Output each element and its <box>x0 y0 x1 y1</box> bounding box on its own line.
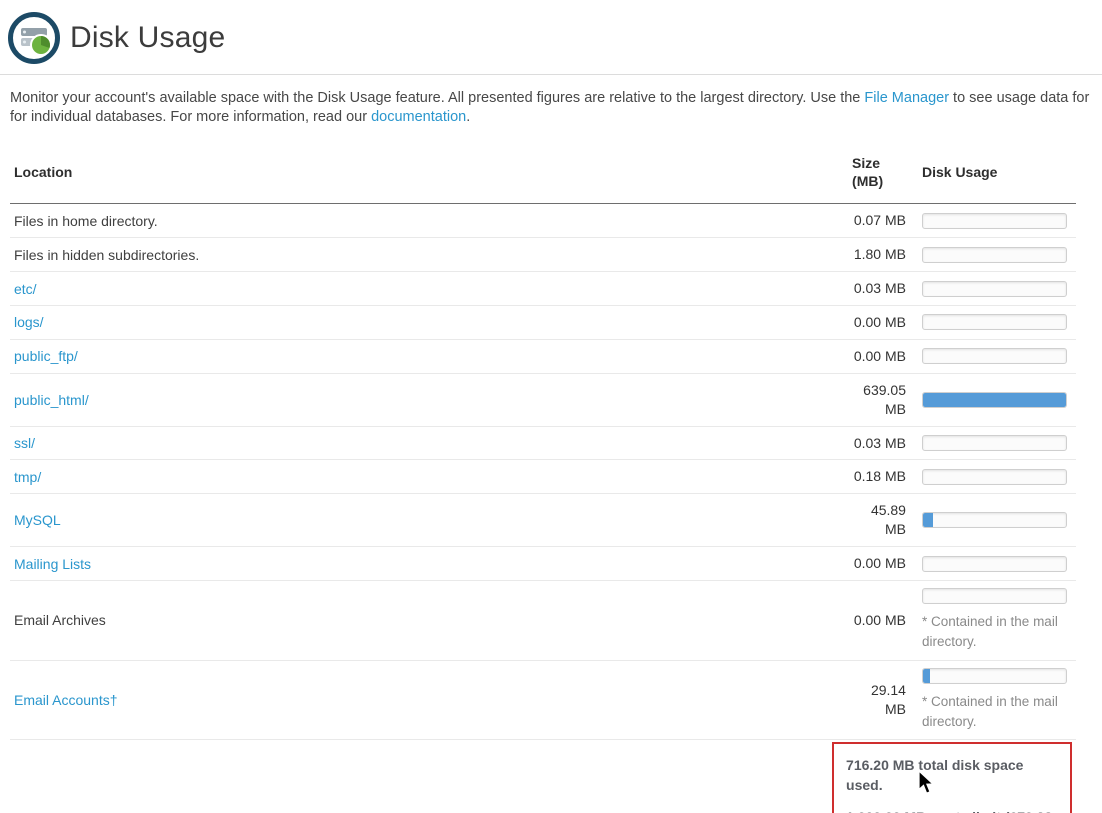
contained-in-mail-note: * Contained in the mail directory. <box>922 692 1072 733</box>
summary-cell: 716.20 MB total disk space used. 1,000.0… <box>844 740 1076 813</box>
location-link-public-html[interactable]: public_html/ <box>14 392 89 408</box>
location-link-mysql[interactable]: MySQL <box>14 512 61 528</box>
disk-usage-bar-files-in-hidden-subdirectories <box>922 247 1067 263</box>
location-link-mailing-lists[interactable]: Mailing Lists <box>14 556 91 572</box>
summary-empty-cell <box>10 740 844 813</box>
column-header-disk-usage: Disk Usage <box>908 144 1076 204</box>
disk-usage-bar-logs <box>922 314 1067 330</box>
table-row: logs/0.00 MB <box>10 306 1076 340</box>
table-row: Email Accounts† 29.14 MB * Contained in th… <box>10 660 1076 740</box>
disk-usage-bar-public-ftp <box>922 348 1067 364</box>
disk-usage-bar-email-accounts <box>922 668 1067 684</box>
documentation-link[interactable]: documentation <box>371 109 466 125</box>
disk-usage-table: Location Size (MB) Disk Usage Files in h… <box>10 144 1076 813</box>
table-row: tmp/0.18 MB <box>10 460 1076 494</box>
disk-usage-icon <box>8 12 60 64</box>
size-value-public-ftp: 0.00 MB <box>844 339 908 373</box>
location-link-email-accounts[interactable]: Email Accounts† <box>14 692 118 708</box>
location-link-logs[interactable]: logs/ <box>14 314 44 330</box>
size-value-ssl: 0.03 MB <box>844 426 908 460</box>
disk-usage-bar-fill <box>923 393 1066 407</box>
file-manager-link[interactable]: File Manager <box>864 90 949 106</box>
table-row: public_ftp/0.00 MB <box>10 339 1076 373</box>
table-header-row: Location Size (MB) Disk Usage <box>10 144 1076 204</box>
disk-usage-bar-fill <box>923 669 930 683</box>
table-row: MySQL 45.89 MB <box>10 494 1076 547</box>
location-label-email-archives: Email Archives <box>14 612 106 628</box>
size-value-mysql: 45.89 MB <box>844 494 908 547</box>
disk-usage-bar-mysql <box>922 512 1067 528</box>
size-value-mailing-lists: 0.00 MB <box>844 547 908 581</box>
total-disk-space-used: 716.20 MB total disk space used. <box>846 755 1060 796</box>
table-row: public_html/639.05 MB <box>10 373 1076 426</box>
location-link-ssl[interactable]: ssl/ <box>14 435 35 451</box>
location-label-files-in-home-directory: Files in home directory. <box>14 213 158 229</box>
size-value-email-accounts: 29.14 MB <box>844 660 908 740</box>
disk-usage-bar-tmp <box>922 469 1067 485</box>
size-value-files-in-home-directory: 0.07 MB <box>844 204 908 238</box>
contained-in-mail-note: * Contained in the mail directory. <box>922 612 1072 653</box>
table-row: Files in hidden subdirectories. 1.80 MB <box>10 238 1076 272</box>
size-value-tmp: 0.18 MB <box>844 460 908 494</box>
disk-usage-bar-fill <box>923 513 933 527</box>
location-label-files-in-hidden-subdirectories: Files in hidden subdirectories. <box>14 247 199 263</box>
disk-usage-bar-ssl <box>922 435 1067 451</box>
quota-limit: 1,000.00 MB quota limit (670.23 MB used)… <box>846 807 1060 813</box>
table-row: Email Archives 0.00 MB * Contained in the … <box>10 581 1076 661</box>
disk-usage-bar-files-in-home-directory <box>922 213 1067 229</box>
intro-part1: Monitor your account's available space w… <box>10 90 864 106</box>
page-header: Disk Usage <box>0 0 1102 75</box>
size-value-etc: 0.03 MB <box>844 272 908 306</box>
page-title: Disk Usage <box>70 21 225 55</box>
disk-usage-table-body: Files in home directory.0.07 MBFiles in … <box>10 204 1076 740</box>
location-link-public-ftp[interactable]: public_ftp/ <box>14 348 78 364</box>
size-value-public-html: 639.05 MB <box>844 373 908 426</box>
location-link-etc[interactable]: etc/ <box>14 281 37 297</box>
disk-usage-bar-mailing-lists <box>922 556 1067 572</box>
intro-part3: . <box>466 109 470 125</box>
table-row: etc/0.03 MB <box>10 272 1076 306</box>
intro-text: Monitor your account's available space w… <box>10 89 1096 128</box>
size-value-files-in-hidden-subdirectories: 1.80 MB <box>844 238 908 272</box>
column-header-size: Size (MB) <box>844 144 908 204</box>
location-link-tmp[interactable]: tmp/ <box>14 469 41 485</box>
disk-usage-bar-public-html <box>922 392 1067 408</box>
summary-annotation-box: 716.20 MB total disk space used. 1,000.0… <box>832 742 1072 813</box>
column-header-location: Location <box>10 144 844 204</box>
table-row: Mailing Lists 0.00 MB <box>10 547 1076 581</box>
disk-usage-bar-email-archives <box>922 588 1067 604</box>
disk-usage-bar-etc <box>922 281 1067 297</box>
summary-row: 716.20 MB total disk space used. 1,000.0… <box>10 740 1076 813</box>
size-value-logs: 0.00 MB <box>844 306 908 340</box>
size-value-email-archives: 0.00 MB <box>844 581 908 661</box>
table-row: Files in home directory. 0.07 MB <box>10 204 1076 238</box>
table-row: ssl/0.03 MB <box>10 426 1076 460</box>
